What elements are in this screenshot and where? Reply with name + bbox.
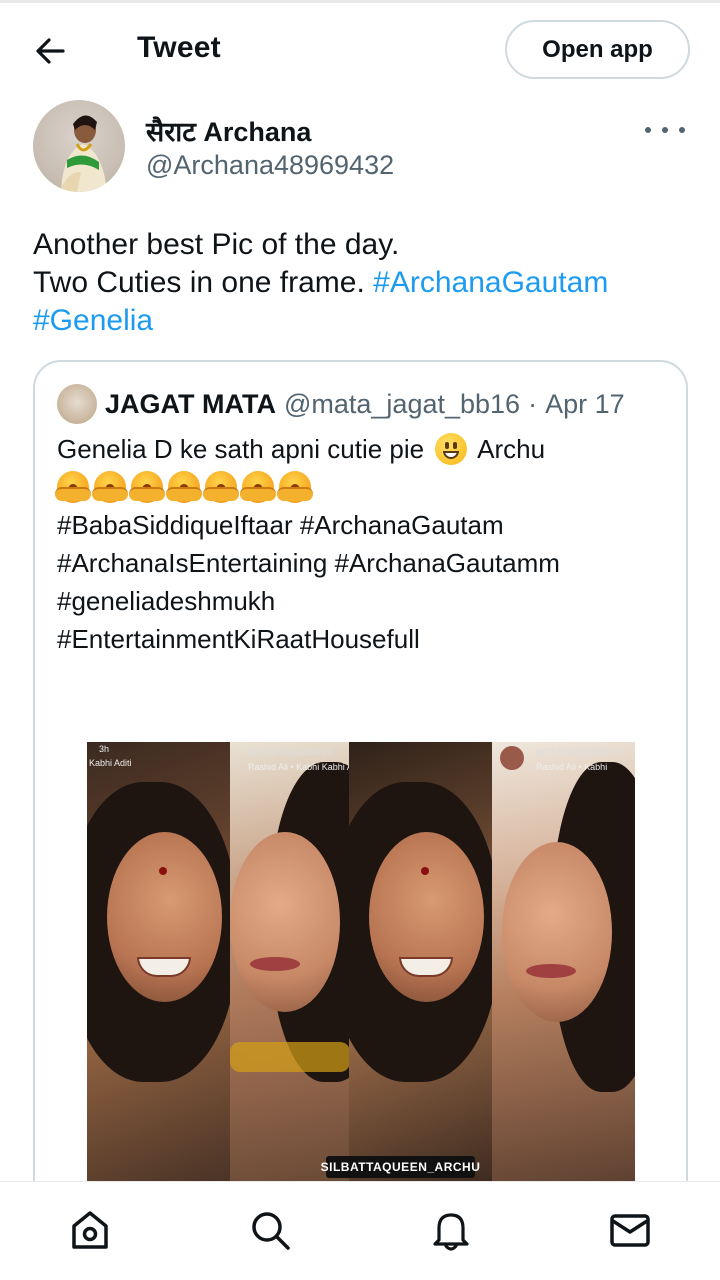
quoted-author-handle: @mata_jagat_bb16 [283,388,521,419]
story-username: archanagautamm [536,746,622,758]
tweet-text-line: Two Cuties in one frame. #ArchanaGautam [33,264,693,302]
story-username: archanagautamm [248,746,334,758]
story-music-left: Kabhi Aditi [89,758,132,768]
tweet-text-line: #Genelia [33,302,693,340]
quoted-text-line: #BabaSiddiqueIftaar #ArchanaGautam [57,510,504,540]
face-hand-over-mouth-icon [277,471,313,503]
quoted-author-name: JAGAT MATA [105,388,276,419]
bell-icon [433,1213,469,1251]
more-options-button[interactable] [645,120,685,140]
hashtag-link[interactable]: #ArchanaGautam [373,266,608,299]
tweet-author: सैराट Archana @Archana48969432 [33,100,693,196]
quoted-text-line: Genelia D ke sath apni cutie pie Archu [57,430,677,468]
avatar-portrait [59,115,107,192]
quoted-text-line: #geneliadeshmukh [57,586,276,616]
photo-panel-genelia-2 [349,742,492,1182]
quoted-text-fragment: Archu [477,434,546,464]
home-icon [72,1211,108,1249]
face-hand-over-mouth-icon [129,471,165,503]
story-music: Rashid Ali • Kabhi Kabhi Aditi [248,762,350,772]
quoted-author-avatar [57,384,97,424]
face-hand-over-mouth-icon [240,471,276,503]
bottom-navigation [0,1181,720,1280]
quoted-text-line: #ArchanaIsEntertaining #ArchanaGautamm [57,548,560,578]
search-icon [252,1212,290,1250]
mail-icon [610,1214,650,1247]
quoted-tweet[interactable]: JAGAT MATA @mata_jagat_bb16 · Apr 17 Gen… [33,360,688,1260]
nav-notifications[interactable] [427,1206,475,1254]
emoji-row [55,468,677,506]
nav-home[interactable] [66,1206,114,1254]
story-time-left: 3h [99,744,110,754]
tweet-text-fragment: Two Cuties in one frame. [33,266,365,299]
quoted-tweet-text: Genelia D ke sath apni cutie pie Archu #… [55,430,677,658]
author-name[interactable]: सैराट Archana [146,112,311,149]
tweet-text: Another best Pic of the day. Two Cuties … [33,226,693,340]
nav-search[interactable] [246,1206,294,1254]
face-hand-over-mouth-icon [92,471,128,503]
quoted-text-fragment: Genelia D ke sath apni cutie pie [57,434,425,464]
arrow-left-icon [36,38,65,64]
face-hand-over-mouth-icon [55,471,91,503]
open-app-button[interactable]: Open app [505,20,690,79]
photo-panel-genelia: 3h Kabhi Aditi [87,742,230,1182]
more-dots-icon [645,127,651,133]
image-watermark: SILBATTAQUEEN_ARCHU [321,1156,480,1178]
nav-messages[interactable] [606,1206,654,1254]
header: Tweet Open app [0,3,720,95]
photo-panel-archana: archanagautamm Rashid Ali • Kabhi Kabhi … [230,742,350,1182]
quoted-tweet-image[interactable]: 3h Kabhi Aditi archanagautamm Rashid Ali… [87,742,635,1182]
quoted-text-line: #EntertainmentKiRaatHousefull [57,624,420,654]
story-music: Rashid Ali • Kabhi [536,762,608,772]
page-title: Tweet [137,31,221,64]
separator: · [528,388,538,419]
face-hand-over-mouth-icon [203,471,239,503]
grinning-face-icon [435,433,468,465]
tweet-text-line: Another best Pic of the day. [33,228,400,261]
hashtag-link[interactable]: #Genelia [33,304,153,337]
back-button[interactable] [26,29,74,73]
quoted-tweet-header: JAGAT MATA @mata_jagat_bb16 · Apr 17 [57,384,625,424]
author-handle[interactable]: @Archana48969432 [146,150,394,181]
quoted-tweet-date: Apr 17 [545,388,625,419]
author-avatar[interactable] [33,100,125,192]
face-hand-over-mouth-icon [166,471,202,503]
photo-panel-archana-2: archanagautamm Rashid Ali • Kabhi [492,742,635,1182]
